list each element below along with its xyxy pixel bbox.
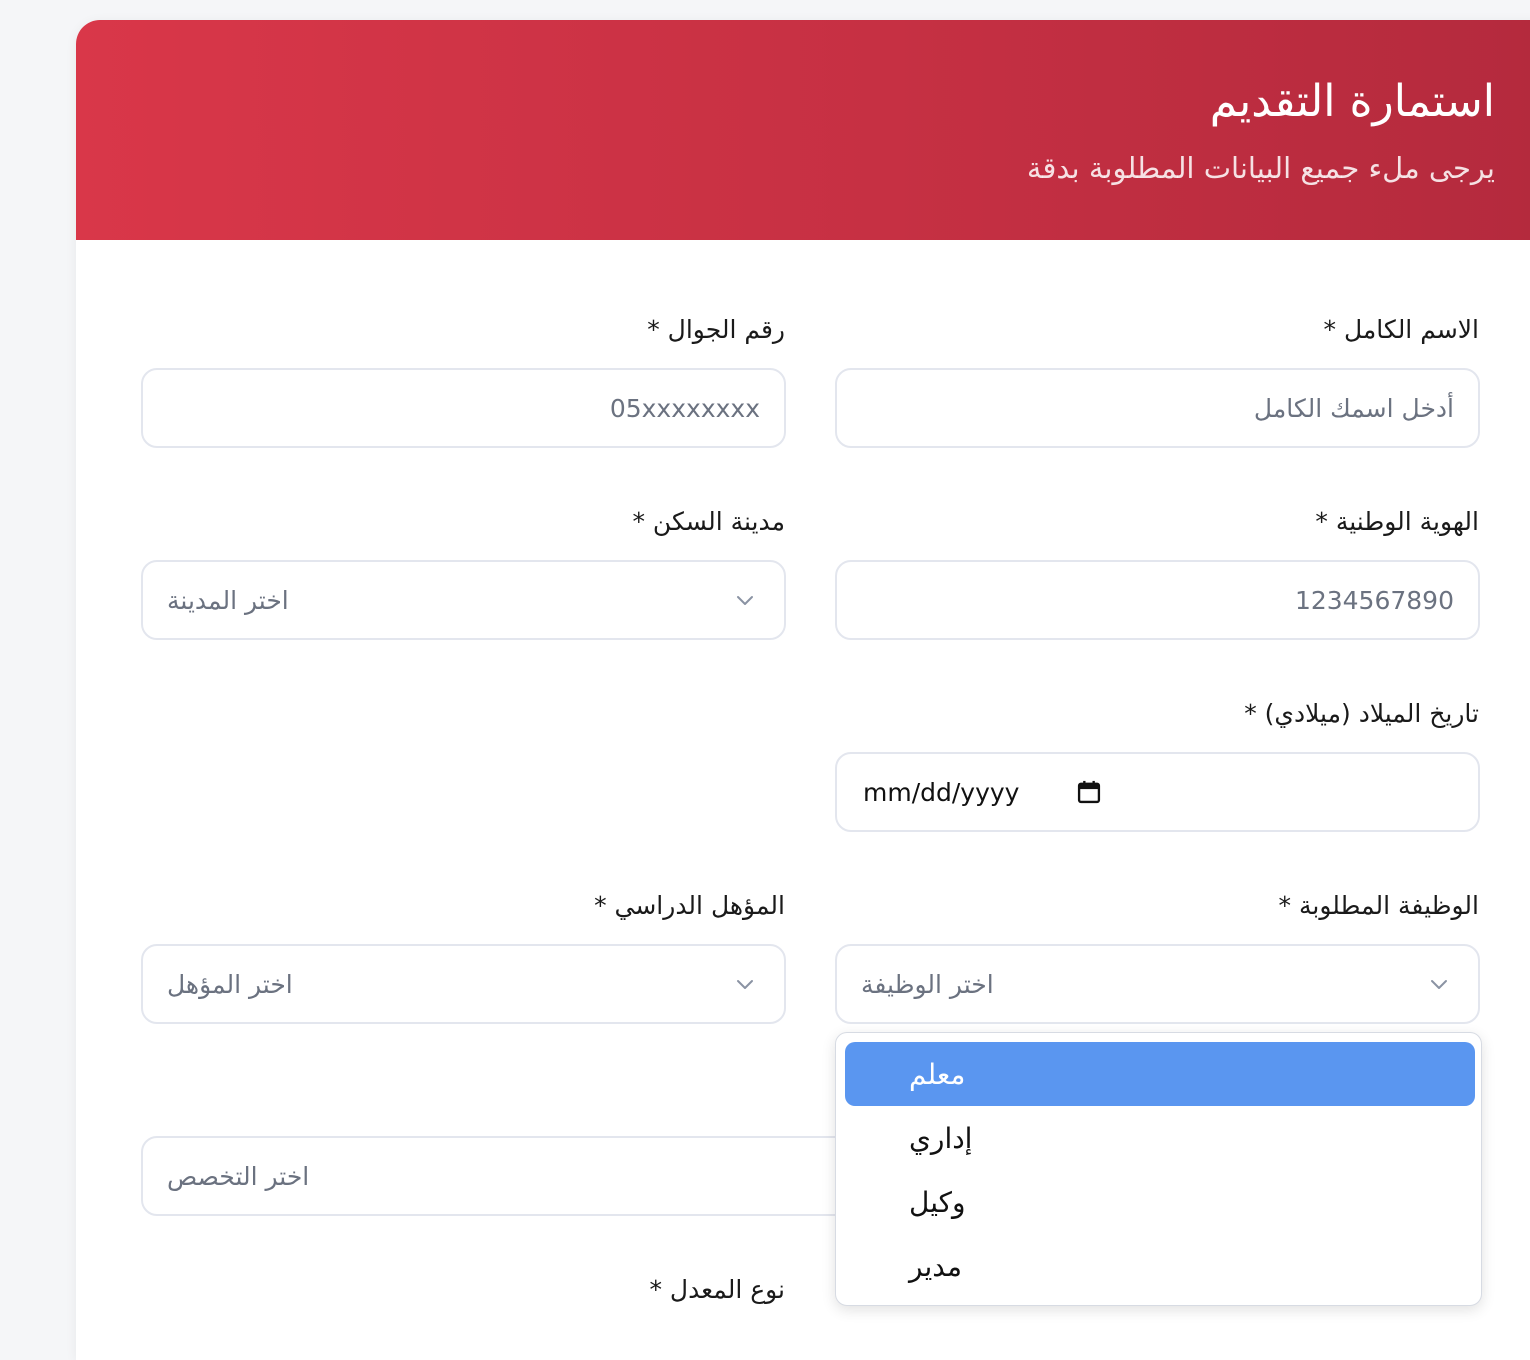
birth-date-label: تاريخ الميلاد (ميلادي) * xyxy=(1244,699,1479,728)
chevron-down-icon xyxy=(1431,980,1447,989)
form-title: استمارة التقديم xyxy=(1209,76,1495,127)
national-id-label: الهوية الوطنية * xyxy=(1315,507,1479,536)
form-subtitle: يرجى ملء جميع البيانات المطلوبة بدقة xyxy=(1026,151,1495,185)
city-placeholder: اختر المدينة xyxy=(167,585,289,615)
job-option-teacher[interactable]: معلم xyxy=(845,1042,1475,1106)
specialization-placeholder: اختر التخصص xyxy=(167,1161,310,1191)
city-label: مدينة السكن * xyxy=(632,507,785,536)
job-option-label: إداري xyxy=(909,1121,973,1155)
job-option-label: مدير xyxy=(909,1249,962,1283)
mobile-label: رقم الجوال * xyxy=(647,315,785,344)
grade-type-label: نوع المعدل * xyxy=(649,1275,785,1304)
form-header: استمارة التقديم يرجى ملء جميع البيانات ا… xyxy=(76,20,1530,240)
city-select[interactable]: اختر المدينة xyxy=(141,560,786,640)
full-name-input[interactable]: أدخل اسمك الكامل xyxy=(835,368,1480,448)
national-id-placeholder: 1234567890 xyxy=(1294,585,1454,615)
job-placeholder: اختر الوظيفة xyxy=(861,969,994,999)
full-name-label: الاسم الكامل * xyxy=(1323,315,1480,344)
chevron-down-icon xyxy=(737,980,753,989)
calendar-icon[interactable] xyxy=(1075,778,1103,806)
job-option-label: وكيل xyxy=(909,1185,966,1219)
qualification-placeholder: اختر المؤهل xyxy=(167,969,293,999)
chevron-down-icon xyxy=(737,596,753,605)
job-option-administrative[interactable]: إداري xyxy=(845,1106,1475,1170)
full-name-placeholder: أدخل اسمك الكامل xyxy=(1253,393,1454,423)
job-dropdown-menu: معلم إداري وكيل مدير xyxy=(835,1032,1482,1306)
job-option-manager[interactable]: مدير xyxy=(845,1234,1475,1298)
birth-date-value: mm/dd/yyyy xyxy=(863,777,1020,807)
specialization-input[interactable]: اختر التخصص xyxy=(141,1136,861,1216)
job-select[interactable]: اختر الوظيفة xyxy=(835,944,1480,1024)
national-id-input[interactable]: 1234567890 xyxy=(835,560,1480,640)
job-label: الوظيفة المطلوبة * xyxy=(1278,891,1479,920)
job-option-label: معلم xyxy=(909,1057,966,1091)
qualification-select[interactable]: اختر المؤهل xyxy=(141,944,786,1024)
job-option-deputy[interactable]: وكيل xyxy=(845,1170,1475,1234)
birth-date-input[interactable]: mm/dd/yyyy xyxy=(835,752,1480,832)
mobile-placeholder: 05xxxxxxxx xyxy=(609,393,760,423)
qualification-label: المؤهل الدراسي * xyxy=(594,891,785,920)
mobile-input[interactable]: 05xxxxxxxx xyxy=(141,368,786,448)
